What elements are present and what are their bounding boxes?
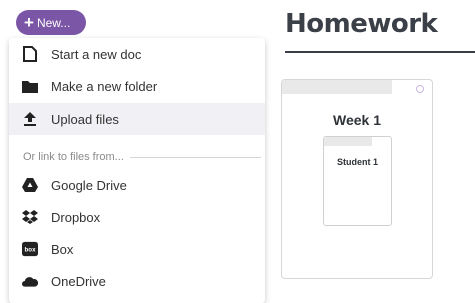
page-title: Homework — [285, 9, 438, 39]
folder-options-icon[interactable] — [416, 85, 424, 93]
menu-item-new-doc[interactable]: Start a new doc — [9, 38, 265, 70]
menu-item-label: Start a new doc — [51, 46, 142, 62]
svg-text:box: box — [24, 247, 36, 254]
folder-name: Week 1 — [333, 112, 381, 128]
subfolder-card[interactable]: Student 1 — [323, 136, 392, 226]
plus-icon: + — [24, 13, 34, 32]
menu-item-label: OneDrive — [51, 273, 106, 289]
link-section-header: Or link to files from... — [23, 151, 261, 163]
folder-icon — [22, 78, 38, 94]
onedrive-icon — [22, 273, 38, 289]
box-icon: box — [22, 241, 38, 257]
folder-card[interactable]: Week 1 Student 1 — [281, 79, 433, 279]
section-divider — [129, 156, 261, 158]
menu-item-upload-files[interactable]: Upload files — [9, 103, 265, 135]
menu-item-onedrive[interactable]: OneDrive — [9, 265, 265, 297]
new-button[interactable]: + New... — [16, 10, 86, 35]
title-underline — [285, 51, 475, 53]
menu-item-label: Make a new folder — [51, 78, 158, 94]
menu-item-google-drive[interactable]: Google Drive — [9, 169, 265, 201]
new-menu: Start a new doc Make a new folder Upload… — [9, 38, 265, 303]
menu-item-new-folder[interactable]: Make a new folder — [9, 70, 265, 102]
menu-item-label: Upload files — [51, 111, 119, 127]
upload-icon — [22, 111, 38, 127]
dropbox-icon — [22, 209, 38, 225]
new-button-label: New... — [36, 15, 71, 30]
menu-item-dropbox[interactable]: Dropbox — [9, 201, 265, 233]
menu-item-label: Google Drive — [51, 177, 127, 193]
menu-item-box[interactable]: box Box — [9, 233, 265, 265]
google-drive-icon — [22, 177, 38, 193]
doc-icon — [22, 46, 38, 62]
subfolder-tab — [324, 137, 372, 146]
subfolder-name: Student 1 — [336, 157, 378, 167]
menu-item-label: Dropbox — [51, 209, 101, 225]
section-label: Or link to files from... — [23, 151, 124, 163]
menu-item-label: Box — [51, 241, 74, 257]
folder-tab — [282, 80, 392, 94]
